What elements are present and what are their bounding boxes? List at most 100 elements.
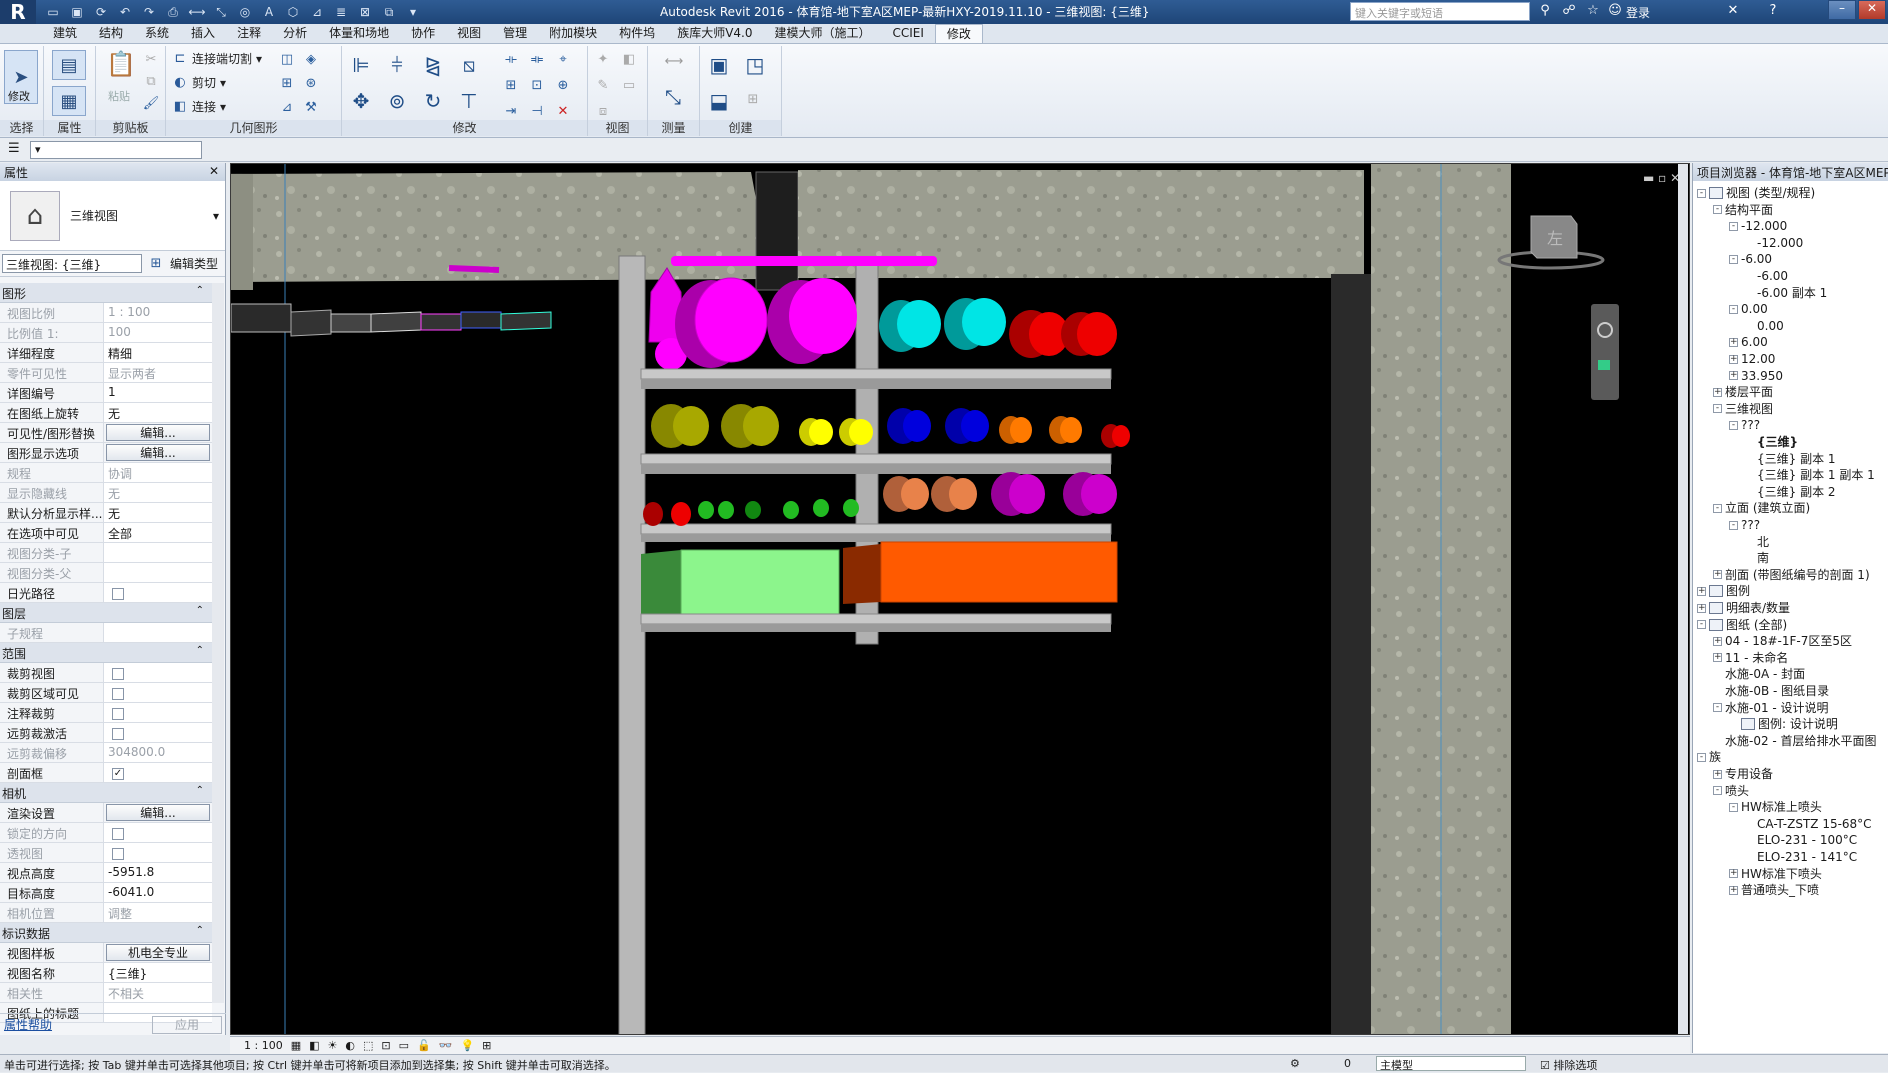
close-icon[interactable]: ✕ [209, 164, 219, 178]
pipe[interactable] [671, 256, 937, 266]
properties-help-link[interactable]: 属性帮助 [4, 1016, 52, 1033]
collapse-icon[interactable]: ⌃ [196, 925, 204, 936]
match-properties-icon[interactable]: 🖌 [142, 94, 160, 112]
property-value[interactable]: -5951.8 [104, 863, 212, 882]
apply-button[interactable]: 应用 [152, 1015, 222, 1034]
expand-icon[interactable]: + [1729, 354, 1738, 364]
browser-node[interactable]: - 立面 (建筑立面) [1713, 498, 1810, 518]
collapse-icon[interactable]: - [1713, 503, 1722, 513]
tab-12[interactable]: 族库大师V4.0 [666, 24, 763, 43]
active-model-select[interactable]: 主模型 [1376, 1056, 1526, 1072]
print-icon[interactable]: ⎙ [164, 3, 182, 21]
join-button[interactable]: ◧ 连接 ▾ [172, 98, 226, 115]
options-icon[interactable]: ☰ [8, 141, 20, 156]
copy-element-icon[interactable]: ⊚ [382, 86, 412, 116]
cut-icon[interactable]: ✂ [142, 50, 160, 68]
property-edit-button[interactable]: 编辑... [106, 444, 210, 461]
collapse-icon[interactable]: - [1697, 620, 1706, 630]
tab-2[interactable]: 系统 [134, 24, 180, 43]
property-group[interactable]: 图形 ⌃ [0, 283, 212, 303]
offset-icon[interactable]: ⫩ [382, 50, 412, 80]
collapse-icon[interactable]: - [1713, 703, 1722, 713]
tier-1-pipes[interactable] [675, 277, 1117, 368]
sync-icon[interactable]: ⟳ [92, 3, 110, 21]
property-checkbox[interactable] [112, 588, 124, 600]
open-icon[interactable]: ▭ [44, 3, 62, 21]
hammer-icon[interactable]: ⚒ [302, 98, 320, 116]
select-panel-label[interactable]: 选择 [0, 120, 43, 136]
sun-path-icon[interactable]: ☀ [328, 1039, 338, 1052]
move-icon[interactable]: ✥ [346, 86, 376, 116]
rotate-icon[interactable]: ↻ [418, 86, 448, 116]
user-icon[interactable]: ☺ [1606, 3, 1624, 21]
extend-icon[interactable]: ⊣ [528, 102, 546, 120]
type-selector[interactable]: ⌂ 三维视图 ▾ [0, 181, 225, 251]
rack-tier-3[interactable] [640, 523, 1112, 542]
paste-icon[interactable]: 📋 [106, 50, 136, 84]
property-group[interactable]: 范围 ⌃ [0, 643, 212, 663]
collapse-icon[interactable]: - [1713, 205, 1722, 215]
property-checkbox[interactable] [112, 728, 124, 740]
property-edit-button[interactable]: 编辑... [106, 804, 210, 821]
save-icon[interactable]: ▣ [68, 3, 86, 21]
unlock-view-icon[interactable]: 🔓 [417, 1039, 431, 1052]
expand-icon[interactable]: + [1697, 586, 1706, 596]
pin-icon[interactable]: ⊕ [554, 76, 572, 94]
property-value[interactable]: -6041.0 [104, 883, 212, 902]
tab-8[interactable]: 视图 [446, 24, 492, 43]
collapse-icon[interactable]: ⌃ [196, 285, 204, 296]
hide-icon[interactable]: ▭ [620, 76, 638, 94]
collapse-icon[interactable]: - [1713, 404, 1722, 414]
expand-icon[interactable]: + [1729, 885, 1738, 895]
shadows-icon[interactable]: ◐ [345, 1039, 355, 1052]
search-input[interactable]: 键入关键字或短语 [1350, 2, 1530, 21]
type-properties-icon[interactable]: ▤ [52, 50, 86, 80]
expand-icon[interactable]: + [1713, 653, 1722, 663]
tab-5[interactable]: 分析 [272, 24, 318, 43]
wall-joins-icon[interactable]: ⊞ [278, 74, 296, 92]
rack-tier-1[interactable] [640, 368, 1112, 389]
viewport-scrollbar-vertical[interactable] [1678, 164, 1688, 1034]
collapse-icon[interactable]: - [1729, 254, 1738, 264]
favorites-icon[interactable]: ☆ [1584, 3, 1602, 21]
collapse-icon[interactable]: - [1697, 752, 1706, 762]
property-value[interactable]: 全部 [104, 523, 212, 542]
collapse-icon[interactable]: ⌃ [196, 605, 204, 616]
lower-ducts[interactable] [641, 541, 1118, 623]
subscription-icon[interactable]: ☍ [1560, 3, 1578, 21]
trim-icon[interactable]: ⊤ [454, 86, 484, 116]
property-value[interactable]: 1 [104, 383, 212, 402]
demolish-icon[interactable]: ⊛ [302, 74, 320, 92]
crop-view-icon[interactable]: ⊡ [381, 1039, 390, 1052]
analytical-model-icon[interactable]: ⊞ [482, 1039, 491, 1052]
tier-2-pipes[interactable] [651, 404, 1130, 448]
lightbulb-icon[interactable]: ✦ [594, 50, 612, 68]
detail-level-icon[interactable]: ▦ [291, 1039, 301, 1052]
properties-scrollbar[interactable] [212, 283, 224, 1003]
tag-icon[interactable]: ◎ [236, 3, 254, 21]
trim-extend-icon[interactable]: ⇥ [502, 102, 520, 120]
tab-0[interactable]: 建筑 [42, 24, 88, 43]
tab-1[interactable]: 结构 [88, 24, 134, 43]
split-face-icon[interactable]: ◫ [278, 50, 296, 68]
viewport-restore-icon[interactable]: ▬ ▫ ✕ [1643, 171, 1680, 185]
view-scale[interactable]: 1 : 100 [244, 1039, 283, 1052]
options-type-select[interactable]: ▾ [30, 141, 202, 159]
split-gap-icon[interactable]: ⟚ [528, 50, 546, 68]
tab-3[interactable]: 插入 [180, 24, 226, 43]
close-button[interactable]: ✕ [1858, 0, 1886, 20]
render-icon[interactable]: ⬚ [363, 1039, 373, 1052]
reveal-hidden-icon[interactable]: 💡 [460, 1039, 474, 1052]
collapse-icon[interactable]: - [1729, 802, 1738, 812]
expand-icon[interactable]: + [1713, 387, 1722, 397]
thin-lines-icon[interactable]: ≣ [332, 3, 350, 21]
dimension-icon[interactable]: ⤡ [212, 3, 230, 21]
measure-icon[interactable]: ⟷ [188, 3, 206, 21]
property-checkbox[interactable] [112, 668, 124, 680]
mirror-draw-icon[interactable]: ⧅ [454, 50, 484, 80]
tab-10[interactable]: 附加模块 [538, 24, 608, 43]
paint-icon[interactable]: ◈ [302, 50, 320, 68]
override-icon[interactable]: ◧ [620, 50, 638, 68]
pick-icon[interactable]: ⊿ [278, 98, 296, 116]
3d-viewport[interactable]: 左 ▬ ▫ ✕ [230, 163, 1690, 1035]
